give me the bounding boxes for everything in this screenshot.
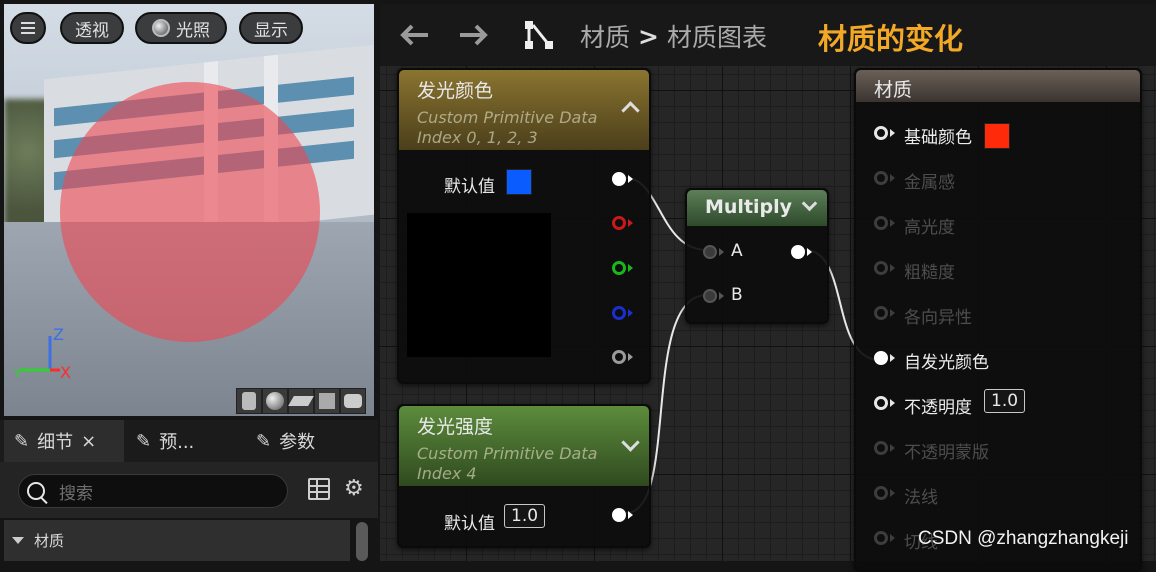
input-pin[interactable]	[874, 216, 888, 230]
node-multiply[interactable]: Multiply A B	[685, 188, 829, 324]
input-pin-label: 基础颜色	[904, 128, 972, 148]
output-pin[interactable]	[791, 245, 805, 259]
chevron-down-icon[interactable]	[621, 433, 640, 452]
default-value-label: 默认值	[444, 514, 495, 534]
pin-arrow	[890, 399, 895, 407]
node-title: 材质	[874, 79, 913, 101]
forward-arrow-icon[interactable]	[456, 18, 490, 52]
pin-arrow	[628, 175, 633, 183]
node-header: 材质	[856, 70, 1140, 102]
input-pin-a-label: A	[731, 241, 743, 261]
input-pin[interactable]	[874, 396, 888, 410]
pin-arrow	[890, 309, 895, 317]
material-pin-row[interactable]: 基础颜色	[856, 122, 1136, 150]
material-pin-row[interactable]: 金属感	[856, 167, 1136, 195]
input-pin[interactable]	[874, 531, 888, 545]
graph-toolbar: 材质 > 材质图表 材质的变化	[380, 4, 1156, 66]
node-title: 发光颜色	[417, 80, 494, 102]
pin-arrow	[890, 174, 895, 182]
input-pin-a[interactable]	[703, 245, 717, 259]
input-pin-label: 自发光颜色	[904, 353, 989, 373]
input-pin-b-label: B	[731, 285, 743, 305]
output-pin-a[interactable]	[612, 350, 626, 364]
input-pin-label: 各向异性	[904, 308, 972, 328]
pin-arrow	[628, 309, 633, 317]
chevron-down-icon[interactable]	[801, 195, 818, 212]
node-title: 发光强度	[417, 416, 494, 438]
input-pin[interactable]	[874, 306, 888, 320]
input-pin-label: 高光度	[904, 218, 955, 238]
node-subtitle: Custom Primitive Data	[417, 444, 598, 463]
input-pin[interactable]	[874, 261, 888, 275]
default-value-label: 默认值	[444, 177, 495, 197]
opacity-value-field[interactable]: 1.0	[984, 389, 1026, 413]
node-subtitle-index: Index 0, 1, 2, 3	[417, 128, 538, 147]
pin-arrow	[890, 444, 895, 452]
material-pin-row[interactable]: 粗糙度	[856, 257, 1136, 285]
output-pin[interactable]	[612, 508, 626, 522]
watermark: CSDN @zhangzhangkeji	[918, 528, 1129, 549]
pin-arrow	[628, 264, 633, 272]
pin-arrow	[890, 219, 895, 227]
pin-arrow	[890, 489, 895, 497]
graph-title: 材质的变化	[818, 22, 964, 56]
breadcrumb-separator: >	[638, 21, 659, 51]
node-subtitle-index: Index 4	[417, 464, 477, 483]
breadcrumb-material[interactable]: 材质	[580, 18, 630, 54]
pin-arrow	[807, 248, 812, 256]
pin-arrow	[628, 219, 633, 227]
input-pin[interactable]	[874, 351, 888, 365]
input-pin-label: 不透明度	[904, 398, 972, 418]
pin-arrow	[890, 354, 895, 362]
material-pin-row[interactable]: 高光度	[856, 212, 1136, 240]
output-pin-r[interactable]	[612, 216, 626, 230]
default-value-field[interactable]: 1.0	[504, 504, 546, 528]
input-pin-label: 不透明蒙版	[904, 443, 989, 463]
material-pin-row[interactable]: 不透明度 1.0	[856, 389, 1136, 420]
input-pin[interactable]	[874, 171, 888, 185]
pin-arrow	[628, 353, 633, 361]
back-arrow-icon[interactable]	[398, 18, 432, 52]
material-pin-row[interactable]: 自发光颜色	[856, 347, 1136, 375]
node-header: 发光强度 Custom Primitive Data Index 4	[399, 406, 649, 486]
material-pin-row[interactable]: 各向异性	[856, 302, 1136, 330]
input-pin-label: 法线	[904, 488, 938, 508]
output-pin-g[interactable]	[612, 261, 626, 275]
input-pin-label: 粗糙度	[904, 263, 955, 283]
input-pin-b[interactable]	[703, 289, 717, 303]
input-pin[interactable]	[874, 486, 888, 500]
pin-arrow	[890, 534, 895, 542]
color-preview	[407, 213, 551, 357]
input-pin[interactable]	[874, 441, 888, 455]
node-subtitle: Custom Primitive Data	[417, 108, 598, 127]
node-emissive-color[interactable]: 发光颜色 Custom Primitive Data Index 0, 1, 2…	[397, 68, 651, 384]
pin-arrow	[628, 511, 633, 519]
graph-nodes-icon	[522, 18, 556, 52]
output-pin-rgba[interactable]	[612, 172, 626, 186]
pin-arrow	[719, 292, 724, 300]
breadcrumb-material-graph[interactable]: 材质图表	[667, 18, 767, 54]
node-title: Multiply	[705, 196, 793, 218]
chevron-up-icon[interactable]	[621, 101, 640, 120]
node-header: Multiply	[687, 190, 827, 226]
node-material-result[interactable]: 材质 基础颜色 金属感 高光度 粗糙度 各向异性 自发光颜色 不透明度 1.0 不透明蒙版 法线切…	[854, 68, 1142, 572]
input-pin-label: 金属感	[904, 173, 955, 193]
output-pin-b[interactable]	[612, 306, 626, 320]
pin-arrow	[890, 264, 895, 272]
breadcrumb: 材质 > 材质图表	[580, 18, 767, 54]
input-pin[interactable]	[874, 126, 888, 140]
node-header: 发光颜色 Custom Primitive Data Index 0, 1, 2…	[399, 70, 649, 150]
base-color-swatch[interactable]	[984, 123, 1010, 149]
material-pin-row[interactable]: 法线	[856, 482, 1136, 510]
default-color-swatch[interactable]	[506, 169, 532, 195]
node-emissive-strength[interactable]: 发光强度 Custom Primitive Data Index 4 默认值 1…	[397, 404, 651, 548]
pin-arrow	[890, 129, 895, 137]
material-pin-row[interactable]: 不透明蒙版	[856, 437, 1136, 465]
pin-arrow	[719, 248, 724, 256]
